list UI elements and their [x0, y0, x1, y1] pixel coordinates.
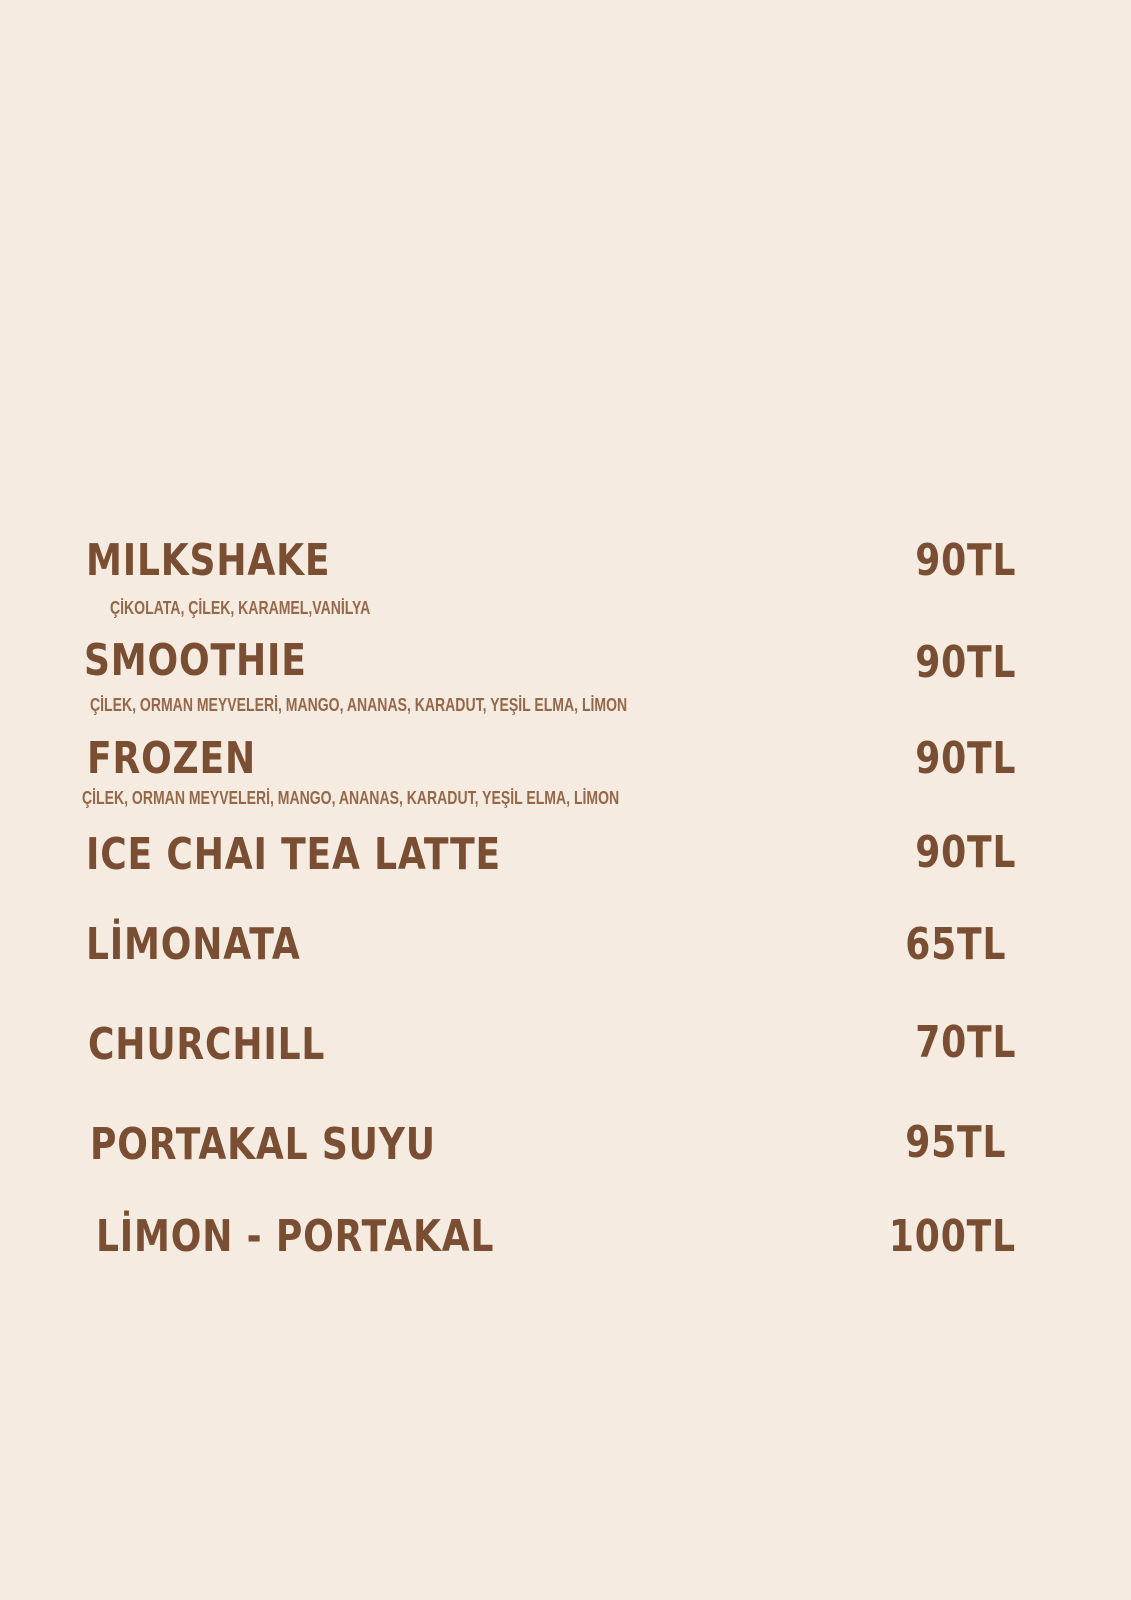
- menu-item-description: ÇİLEK, ORMAN MEYVELERİ, MANGO, ANANAS, K…: [82, 788, 620, 808]
- menu-item-name: SMOOTHIE: [84, 635, 307, 686]
- menu-item-name: MILKSHAKE: [86, 535, 331, 586]
- menu-item-description: ÇİLEK, ORMAN MEYVELERİ, MANGO, ANANAS, K…: [90, 695, 628, 715]
- menu-item-price: 90TL: [914, 827, 1016, 878]
- menu-item-name: PORTAKAL SUYU: [90, 1119, 436, 1170]
- menu-item-name: ICE CHAI TEA LATTE: [86, 829, 502, 880]
- menu-item-price: 90TL: [914, 733, 1016, 784]
- menu-item-price: 90TL: [914, 637, 1016, 688]
- menu-page: MILKSHAKE ÇİKOLATA, ÇİLEK, KARAMEL,VANİL…: [0, 0, 1131, 1600]
- menu-item-price: 90TL: [914, 535, 1016, 586]
- menu-item-price: 100TL: [888, 1211, 1016, 1262]
- menu-item-description: ÇİKOLATA, ÇİLEK, KARAMEL,VANİLYA: [110, 598, 371, 618]
- menu-item-name: CHURCHILL: [88, 1019, 326, 1070]
- menu-item-price: 70TL: [914, 1017, 1016, 1068]
- menu-item-name: LİMONATA: [86, 919, 301, 970]
- menu-item-name: FROZEN: [87, 733, 257, 784]
- menu-item-name: LİMON - PORTAKAL: [96, 1211, 495, 1262]
- menu-item-price: 95TL: [904, 1117, 1006, 1168]
- menu-item-price: 65TL: [904, 919, 1006, 970]
